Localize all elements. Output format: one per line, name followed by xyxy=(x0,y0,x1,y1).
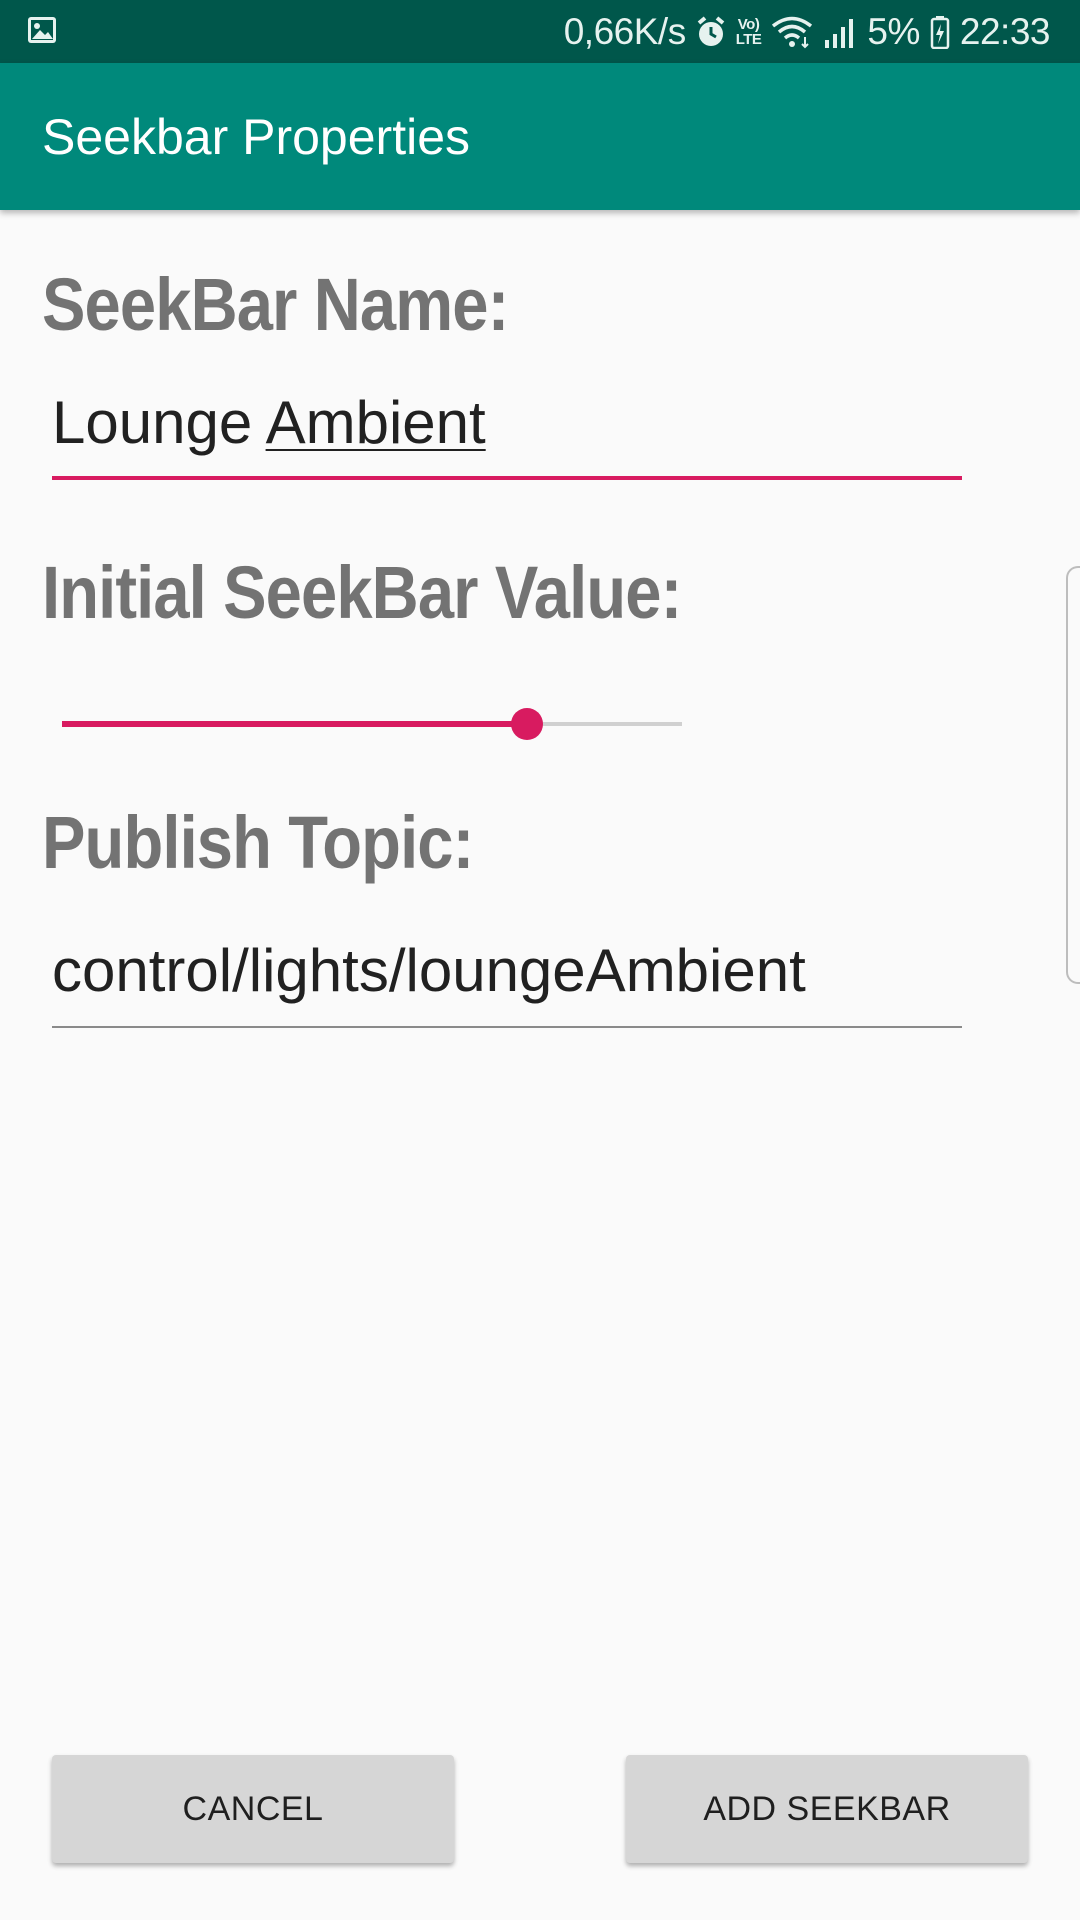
seekbar-thumb[interactable] xyxy=(511,708,543,740)
initial-value-label: Initial SeekBar Value: xyxy=(42,551,682,634)
wifi-icon xyxy=(771,15,813,49)
seekbar-progress xyxy=(62,721,527,727)
seekbar-name-underline xyxy=(52,476,962,480)
seekbar-name-field[interactable]: Lounge Ambient xyxy=(52,380,962,480)
seekbar-name-value-part2: Ambient xyxy=(265,389,486,456)
status-bar: 0,66K/s Vo) LTE 5% 22:33 xyxy=(0,0,1080,63)
app-bar: Seekbar Properties xyxy=(0,63,1080,210)
volte-top-text: Vo) xyxy=(737,15,760,33)
volte-bottom-text: LTE xyxy=(735,30,762,48)
battery-percent: 5% xyxy=(867,10,920,52)
clock-time: 22:33 xyxy=(959,10,1051,52)
volte-icon: Vo) LTE xyxy=(736,17,762,47)
publish-topic-value[interactable]: control/lights/loungeAmbient xyxy=(52,936,806,1005)
seekbar-name-value[interactable]: Lounge Ambient xyxy=(52,388,486,457)
alarm-icon xyxy=(696,15,726,49)
seekbar-name-value-part1: Lounge xyxy=(52,389,266,456)
add-seekbar-button[interactable]: ADD SEEKBAR xyxy=(626,1755,1028,1863)
screen: 0,66K/s Vo) LTE 5% 22:33 Seekbar Propert… xyxy=(0,0,1080,1920)
image-notification-icon xyxy=(26,14,58,48)
edge-panel-handle[interactable] xyxy=(1066,566,1080,984)
publish-topic-label: Publish Topic: xyxy=(42,801,474,884)
publish-topic-field[interactable]: control/lights/loungeAmbient xyxy=(52,928,962,1028)
app-title: Seekbar Properties xyxy=(42,109,471,165)
status-icons: 0,66K/s Vo) LTE 5% 22:33 xyxy=(563,0,1051,63)
seekbar-name-label: SeekBar Name: xyxy=(42,263,509,346)
network-speed: 0,66K/s xyxy=(563,10,686,52)
initial-value-seekbar[interactable] xyxy=(62,700,682,748)
battery-icon xyxy=(930,15,950,49)
publish-topic-underline xyxy=(52,1026,962,1028)
cancel-button[interactable]: CANCEL xyxy=(52,1755,454,1863)
signal-icon xyxy=(823,16,857,48)
